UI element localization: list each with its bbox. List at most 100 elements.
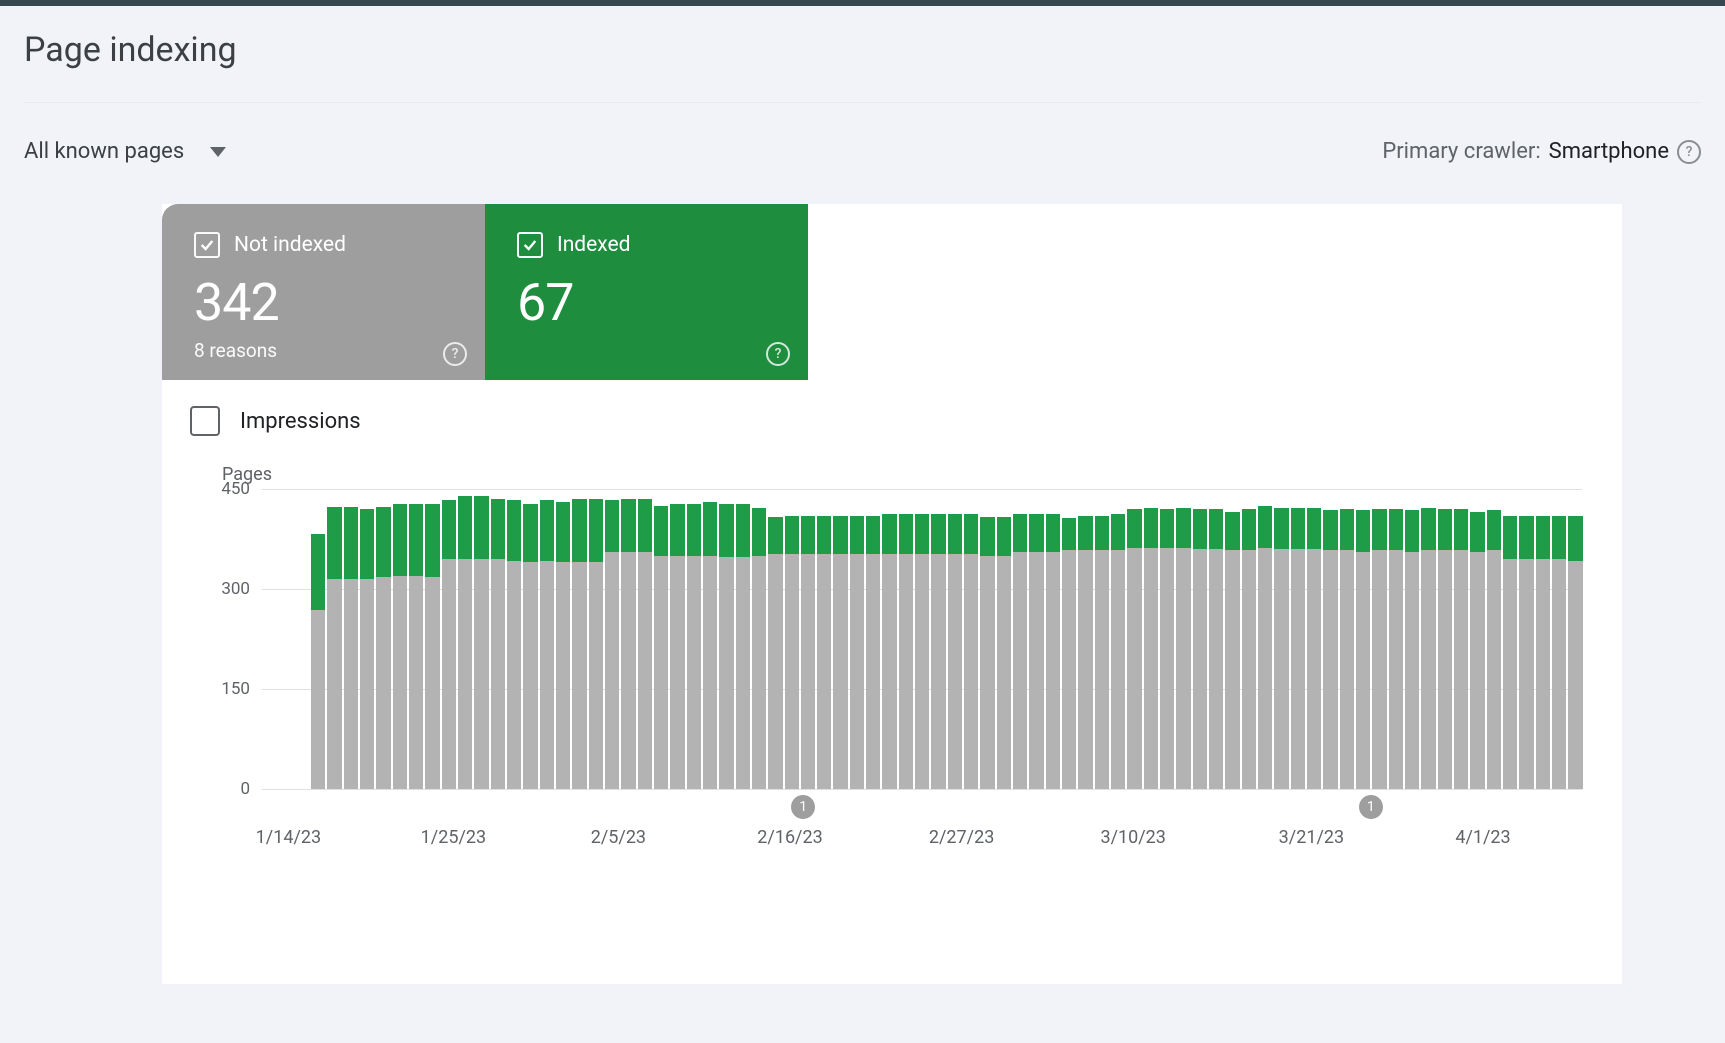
bar[interactable] bbox=[1438, 509, 1452, 789]
bar[interactable] bbox=[376, 507, 390, 789]
bar[interactable] bbox=[752, 508, 766, 789]
bar[interactable] bbox=[474, 496, 488, 789]
bar[interactable] bbox=[621, 499, 635, 789]
bar[interactable] bbox=[572, 499, 586, 789]
bar[interactable] bbox=[409, 504, 423, 789]
bar[interactable] bbox=[1127, 509, 1141, 789]
bar[interactable] bbox=[703, 502, 717, 789]
bar[interactable] bbox=[1291, 508, 1305, 789]
impressions-toggle[interactable]: Impressions bbox=[162, 380, 1622, 444]
bar[interactable] bbox=[1078, 516, 1092, 789]
bar[interactable] bbox=[882, 514, 896, 789]
bar[interactable] bbox=[442, 500, 456, 789]
bar[interactable] bbox=[1258, 506, 1272, 789]
bar[interactable] bbox=[523, 504, 537, 789]
bar[interactable] bbox=[736, 504, 750, 789]
bar-segment-not-indexed bbox=[833, 554, 847, 789]
bar[interactable] bbox=[654, 506, 668, 789]
bar[interactable] bbox=[1389, 509, 1403, 789]
impressions-label: Impressions bbox=[240, 409, 361, 434]
bar[interactable] bbox=[638, 499, 652, 789]
bar[interactable] bbox=[1307, 508, 1321, 789]
bar[interactable] bbox=[801, 516, 815, 789]
bar[interactable] bbox=[1242, 509, 1256, 789]
bar[interactable] bbox=[393, 504, 407, 789]
bar[interactable] bbox=[687, 504, 701, 789]
bar[interactable] bbox=[1454, 509, 1468, 789]
page-filter-dropdown[interactable]: All known pages bbox=[24, 139, 226, 164]
bar[interactable] bbox=[850, 516, 864, 789]
bar[interactable] bbox=[1519, 516, 1533, 789]
event-marker[interactable]: 1 bbox=[1359, 795, 1383, 819]
bar[interactable] bbox=[311, 534, 325, 789]
bar[interactable] bbox=[1111, 514, 1125, 789]
bar[interactable] bbox=[768, 517, 782, 789]
bar[interactable] bbox=[1209, 509, 1223, 789]
bar[interactable] bbox=[1536, 516, 1550, 789]
bar[interactable] bbox=[1487, 510, 1501, 789]
bar[interactable] bbox=[1356, 510, 1370, 789]
bar[interactable] bbox=[425, 504, 439, 789]
bar[interactable] bbox=[507, 500, 521, 789]
bar[interactable] bbox=[1062, 518, 1076, 789]
bar-segment-not-indexed bbox=[1470, 552, 1484, 789]
bar[interactable] bbox=[1323, 510, 1337, 789]
bar[interactable] bbox=[360, 509, 374, 789]
bar[interactable] bbox=[491, 499, 505, 789]
bar[interactable] bbox=[1144, 508, 1158, 789]
bar[interactable] bbox=[1405, 510, 1419, 789]
bar[interactable] bbox=[931, 514, 945, 789]
bar[interactable] bbox=[833, 516, 847, 789]
tile-indexed[interactable]: Indexed 67 ? bbox=[485, 204, 808, 380]
checkbox-checked-icon[interactable] bbox=[517, 232, 543, 258]
bar[interactable] bbox=[1013, 514, 1027, 789]
bar[interactable] bbox=[1160, 509, 1174, 789]
bar[interactable] bbox=[1552, 516, 1566, 789]
event-marker[interactable]: 1 bbox=[791, 795, 815, 819]
bar[interactable] bbox=[1225, 512, 1239, 789]
help-icon[interactable]: ? bbox=[1677, 140, 1701, 164]
bar[interactable] bbox=[817, 516, 831, 789]
bar[interactable] bbox=[719, 504, 733, 789]
bar[interactable] bbox=[948, 514, 962, 789]
bar[interactable] bbox=[1372, 509, 1386, 789]
bar[interactable] bbox=[964, 514, 978, 789]
bar-segment-not-indexed bbox=[1323, 550, 1337, 789]
bar[interactable] bbox=[344, 507, 358, 789]
help-icon[interactable]: ? bbox=[766, 342, 790, 366]
bar[interactable] bbox=[866, 516, 880, 789]
help-icon[interactable]: ? bbox=[443, 342, 467, 366]
bar-segment-indexed bbox=[785, 516, 799, 555]
bar[interactable] bbox=[1029, 514, 1043, 789]
bar[interactable] bbox=[540, 500, 554, 789]
bar[interactable] bbox=[1046, 514, 1060, 789]
stacked-bar-chart[interactable]: 0150300450 bbox=[262, 489, 1582, 789]
bar[interactable] bbox=[458, 496, 472, 789]
bar[interactable] bbox=[1568, 516, 1582, 789]
bar[interactable] bbox=[980, 517, 994, 789]
bar[interactable] bbox=[589, 499, 603, 789]
bar-segment-indexed bbox=[964, 514, 978, 554]
bar[interactable] bbox=[1421, 508, 1435, 789]
bar[interactable] bbox=[670, 504, 684, 789]
bar[interactable] bbox=[1503, 516, 1517, 789]
bar-segment-not-indexed bbox=[1209, 549, 1223, 789]
bar[interactable] bbox=[1470, 512, 1484, 789]
bar[interactable] bbox=[556, 502, 570, 789]
bar[interactable] bbox=[915, 514, 929, 789]
bar[interactable] bbox=[899, 514, 913, 789]
bar-segment-indexed bbox=[1062, 518, 1076, 550]
bar[interactable] bbox=[1340, 509, 1354, 789]
checkbox-checked-icon[interactable] bbox=[194, 232, 220, 258]
bar[interactable] bbox=[785, 516, 799, 789]
bar[interactable] bbox=[1095, 516, 1109, 789]
bar[interactable] bbox=[1176, 508, 1190, 789]
y-tick-label: 0 bbox=[204, 779, 250, 799]
bar[interactable] bbox=[605, 500, 619, 789]
bar[interactable] bbox=[1193, 509, 1207, 789]
bar[interactable] bbox=[997, 517, 1011, 789]
bar[interactable] bbox=[1274, 508, 1288, 789]
checkbox-unchecked-icon[interactable] bbox=[190, 406, 220, 436]
tile-not-indexed[interactable]: Not indexed 342 8 reasons ? bbox=[162, 204, 485, 380]
bar[interactable] bbox=[327, 507, 341, 789]
